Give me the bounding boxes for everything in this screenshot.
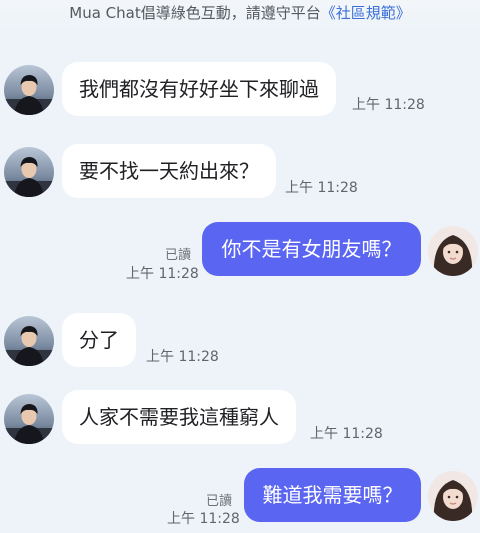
message-row: 已讀 上午 11:28 難道我需要嗎？ [0,468,480,528]
message-row: 分了 上午 11:28 [0,313,480,373]
female-avatar-icon [428,471,478,521]
contact-avatar[interactable] [4,65,54,115]
message-timestamp: 上午 11:28 [352,97,425,113]
read-receipt: 已讀 [206,494,233,509]
male-avatar-icon [4,147,54,197]
incoming-message-bubble[interactable]: 人家不需要我這種窮人 [62,390,296,444]
female-avatar-icon [428,226,478,276]
contact-avatar[interactable] [4,316,54,366]
male-avatar-icon [4,316,54,366]
message-row: 要不找一天約出來？ 上午 11:28 [0,144,480,204]
incoming-message-bubble[interactable]: 分了 [62,313,136,367]
message-row: 我們都沒有好好坐下來聊過 上午 11:28 [0,62,480,122]
incoming-message-bubble[interactable]: 要不找一天約出來？ [62,144,276,198]
message-row: 已讀 上午 11:28 你不是有女朋友嗎？ [0,222,480,286]
incoming-message-bubble[interactable]: 我們都沒有好好坐下來聊過 [62,62,336,116]
message-timestamp: 上午 11:28 [126,266,199,282]
read-receipt: 已讀 [165,248,192,263]
message-timestamp: 上午 11:28 [310,426,383,442]
outgoing-message-bubble[interactable]: 難道我需要嗎？ [244,468,421,522]
user-avatar[interactable] [428,226,478,276]
outgoing-message-bubble[interactable]: 你不是有女朋友嗎？ [202,222,421,276]
male-avatar-icon [4,65,54,115]
male-avatar-icon [4,394,54,444]
message-timestamp: 上午 11:28 [167,511,240,527]
user-avatar[interactable] [428,471,478,521]
contact-avatar[interactable] [4,147,54,197]
notice-text: Mua Chat倡導綠色互動，請遵守平台 [69,4,321,22]
community-rules-link[interactable]: 《社區規範》 [321,4,411,22]
message-timestamp: 上午 11:28 [146,349,219,365]
community-notice: Mua Chat倡導綠色互動，請遵守平台《社區規範》 [0,0,480,30]
contact-avatar[interactable] [4,394,54,444]
message-row: 人家不需要我這種窮人 上午 11:28 [0,390,480,450]
message-timestamp: 上午 11:28 [285,180,358,196]
